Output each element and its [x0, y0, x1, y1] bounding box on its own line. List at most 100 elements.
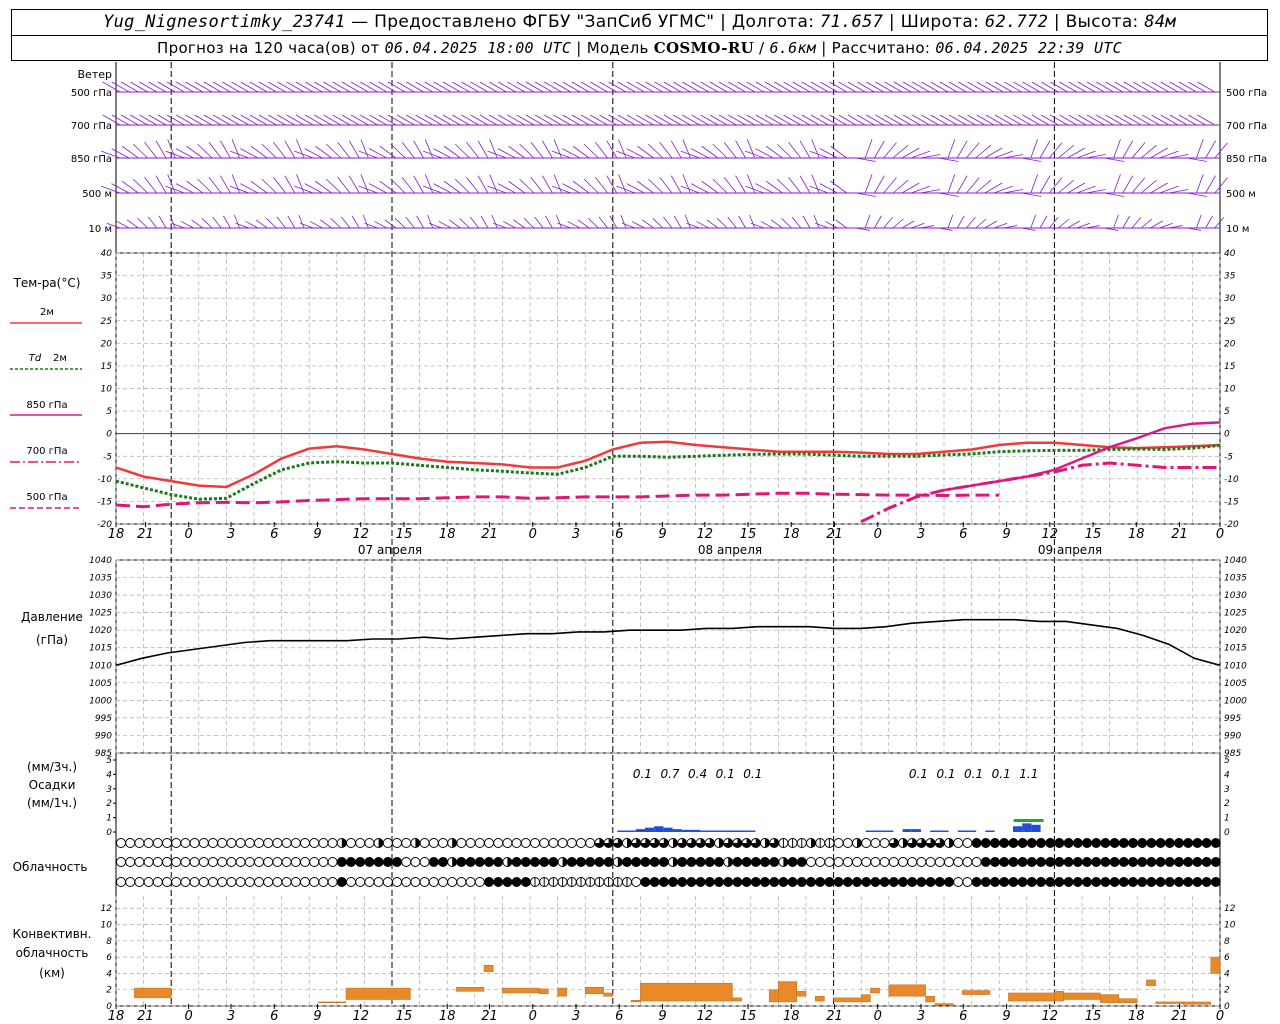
cloud-cover-circle [134, 838, 145, 848]
cloud-cover-circle [530, 838, 540, 848]
wind-barb [427, 214, 434, 229]
wind-barb [194, 81, 213, 93]
wind-barb [157, 114, 176, 126]
conv-ytick-left: 12 [101, 904, 113, 914]
conv-cloud-bar [778, 981, 798, 1003]
wind-barb [443, 145, 461, 159]
cloud-full-fill [999, 857, 1009, 867]
wind-barb [892, 218, 904, 229]
wind-barb [387, 114, 406, 126]
cloud-full-fill [567, 857, 577, 867]
cloud-cover-circle [861, 838, 872, 848]
wind-barb [813, 214, 820, 229]
wind-barb [1013, 81, 1032, 93]
wind-barb [413, 175, 424, 194]
wind-barb [296, 139, 305, 159]
wind-barb [369, 81, 387, 93]
wind-barb [360, 81, 378, 93]
wind-barb [781, 217, 792, 229]
wind-barb [636, 81, 654, 93]
conv-cloud-bar [630, 1000, 641, 1003]
wind-barb [802, 215, 811, 229]
temp-ytick-right: 40 [1224, 249, 1236, 259]
wind-barb [424, 114, 443, 126]
pres-ytick-right: 1025 [1224, 609, 1247, 619]
wind-level-label-right: 850 гПа [1226, 154, 1267, 165]
conv-time-axis-label: 18 [783, 1009, 800, 1024]
wind-barb [470, 114, 489, 126]
precip-snow-bar [1013, 819, 1044, 822]
precip-3h-label: 0.1 [743, 767, 762, 781]
wind-barb [284, 175, 296, 194]
cloud-cover-circle [244, 838, 255, 848]
temp-time-axis-label: 0 [1216, 527, 1224, 542]
conv-ytick-right: 4 [1224, 969, 1230, 979]
cloud-full-fill [1045, 838, 1055, 848]
wind-barb [220, 175, 231, 194]
wind-barb [1151, 114, 1170, 126]
cloud-full-fill [659, 857, 669, 867]
precip-3h-label: 0.1 [936, 767, 955, 781]
pressure-title: Давление [21, 610, 83, 624]
wind-barb [433, 183, 452, 194]
cloud-full-fill [1165, 877, 1175, 887]
conv-cloud-bar [1155, 1001, 1184, 1004]
cloud-full-fill [751, 877, 761, 887]
wind-barb [700, 114, 719, 126]
precip-bar [875, 830, 885, 832]
wind-barb [938, 157, 959, 162]
wind-barb [466, 176, 480, 194]
precip-bar [1031, 824, 1041, 832]
conv-cloud-bar [502, 987, 540, 994]
cloud-full-fill [640, 857, 650, 867]
wind-barb [672, 114, 691, 126]
wind-barb [111, 183, 130, 194]
cloud-cover-circle [870, 857, 881, 867]
conv-ytick-left: 10 [101, 921, 113, 931]
cloud-full-fill [456, 857, 466, 867]
wind-barb [788, 176, 802, 194]
wind-barb [433, 148, 452, 159]
cloud-full-fill [1082, 877, 1092, 887]
wind-level-label-right: 500 гПа [1226, 88, 1267, 99]
cloud-cover-circle [392, 838, 402, 848]
wind-barb [368, 148, 387, 159]
cloud-cover-circle [300, 857, 310, 867]
wind-barb [553, 114, 571, 126]
wind-barb [921, 81, 939, 93]
conv-cloud-bar [640, 982, 733, 1002]
wind-barb [654, 114, 673, 126]
cloud-full-fill [1202, 877, 1212, 887]
conv-cloud-bar [1182, 1001, 1212, 1005]
wind-barb [1132, 114, 1151, 126]
cloud-cover-circle [410, 857, 421, 867]
cloud-full-fill [1054, 857, 1064, 867]
cloud-cover-circle [833, 838, 844, 848]
wind-barb [130, 81, 148, 93]
wind-barb [1086, 81, 1105, 93]
wind-barb [901, 220, 915, 229]
cloud-cover-circle [842, 857, 853, 867]
cloud-cover-circle [962, 838, 973, 848]
cloud-full-fill [999, 838, 1009, 848]
wind-barb [1105, 81, 1124, 93]
wind-barb [120, 81, 139, 93]
wind-barb [626, 183, 645, 194]
pres-ytick-right: 1005 [1224, 679, 1247, 689]
conv-title-2: облачность [16, 946, 89, 960]
cloud-full-fill [512, 857, 522, 867]
cloud-cover-circle [171, 877, 182, 887]
cloud-cover-circle [346, 838, 356, 848]
cloud-full-fill [659, 877, 669, 887]
wind-barb [250, 180, 268, 194]
precip-bar [737, 830, 747, 832]
cloud-cover-circle [134, 857, 145, 867]
wind-barb [912, 114, 930, 126]
wind-level-label-right: 10 м [1226, 224, 1249, 235]
precip-3h-label: 0.4 [688, 767, 707, 781]
cloud-full-fill [742, 857, 752, 867]
wind-barb [240, 114, 259, 126]
precip-bar [902, 829, 912, 832]
cloud-full-fill [1183, 877, 1193, 887]
wind-barb [1205, 215, 1213, 229]
